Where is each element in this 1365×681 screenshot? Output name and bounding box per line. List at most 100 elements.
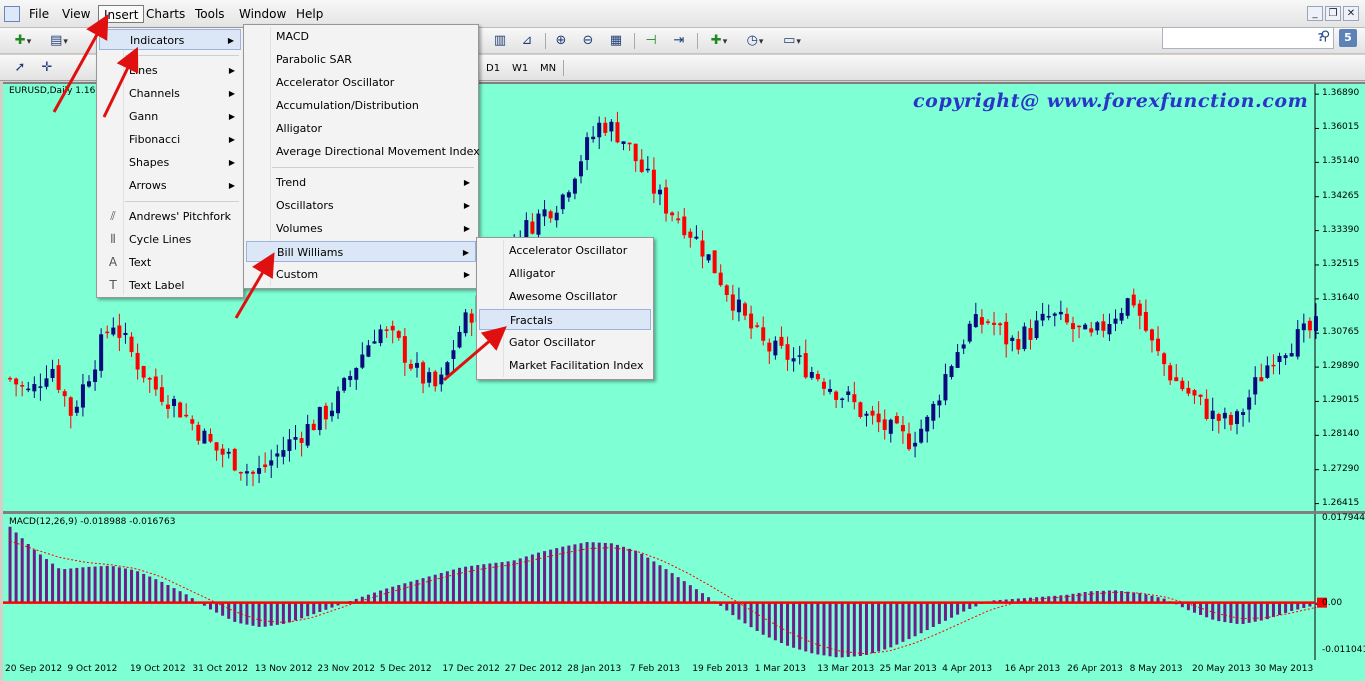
menu-item-channels[interactable]: Channels ▶ <box>99 83 241 104</box>
autoscroll-icon[interactable]: ⇥ <box>669 32 689 50</box>
candle-body <box>621 141 626 144</box>
candle-body <box>421 362 426 384</box>
candle-body <box>1004 321 1009 345</box>
new-chart-icon[interactable]: ✚ <box>8 32 38 50</box>
price-tick-label: 1.35140 <box>1322 156 1360 167</box>
candle-body <box>730 294 735 311</box>
bw-item-accelerator-oscillator[interactable]: Accelerator Oscillator <box>479 240 651 261</box>
bw-item-market-facilitation-index[interactable]: Market Facilitation Index <box>479 355 651 376</box>
menu-insert[interactable]: Insert <box>98 5 145 23</box>
chart-shift-icon[interactable]: ⊣ <box>641 32 661 50</box>
candle-body <box>882 419 887 430</box>
menu-item-label: Cycle Lines <box>129 233 192 246</box>
macd-indicator-panel[interactable]: MACD(12,26,9) -0.018988 -0.016763 0.0179… <box>3 513 1365 660</box>
menu-item-label: Bill Williams <box>277 246 344 259</box>
cursor-icon[interactable]: ➚ <box>10 59 30 77</box>
timeframe-d1[interactable]: D1 <box>482 60 504 77</box>
candle-body <box>366 345 371 357</box>
minimize-icon[interactable]: _ <box>1307 6 1323 21</box>
candle-body <box>870 410 875 416</box>
bw-item-gator-oscillator[interactable]: Gator Oscillator <box>479 332 651 353</box>
menu-item-text[interactable]: Text A <box>99 252 241 273</box>
candle-body <box>172 398 177 406</box>
crosshair-icon[interactable]: ✛ <box>37 59 57 77</box>
menu-item-label: Accumulation/Distribution <box>276 99 419 112</box>
menu-item-shapes[interactable]: Shapes ▶ <box>99 152 241 173</box>
indicator-item-custom[interactable]: Custom ▶ <box>246 264 476 285</box>
candle-body <box>457 331 462 348</box>
period-separators-icon[interactable]: ⊿ <box>517 32 537 50</box>
candle-body <box>572 178 577 194</box>
candle-body <box>815 373 820 380</box>
menu-item-indicators[interactable]: Indicators ▶ <box>99 29 241 50</box>
tile-windows-icon[interactable]: ▦ <box>606 32 626 50</box>
menu-item-label: Text Label <box>129 279 185 292</box>
menu-view[interactable]: View <box>57 5 95 23</box>
candle-body <box>597 122 602 138</box>
zoom-out-icon[interactable]: ⊖ <box>578 32 598 50</box>
line-chart-icon[interactable]: ▥ <box>490 32 510 50</box>
candle-body <box>178 402 183 418</box>
menu-window[interactable]: Window <box>234 5 291 23</box>
candle-body <box>615 122 620 143</box>
bw-item-awesome-oscillator[interactable]: Awesome Oscillator <box>479 286 651 307</box>
candle-body <box>281 450 286 457</box>
indicator-item-alligator[interactable]: Alligator <box>246 118 476 139</box>
menu-charts[interactable]: Charts <box>141 5 190 23</box>
time-tick-label: 1 Mar 2013 <box>754 664 807 674</box>
menu-tools[interactable]: Tools <box>190 5 230 23</box>
bw-item-alligator[interactable]: Alligator <box>479 263 651 284</box>
menu-item-cycle-lines[interactable]: Cycle Lines ⦀ <box>99 229 241 250</box>
help-icon[interactable]: ? <box>1312 29 1330 47</box>
menu-item-arrows[interactable]: Arrows ▶ <box>99 175 241 196</box>
community-icon[interactable]: 5 <box>1339 29 1357 47</box>
profiles-icon[interactable]: ▤ <box>44 32 74 50</box>
candle-body <box>542 209 547 217</box>
candle-body <box>852 394 857 403</box>
indicator-item-parabolic-sar[interactable]: Parabolic SAR <box>246 49 476 70</box>
menu-item-label: Andrews' Pitchfork <box>129 210 232 223</box>
candle-body <box>937 400 942 406</box>
periodicity-icon[interactable]: ◷ <box>740 32 770 50</box>
indicator-item-accumulation-distribution[interactable]: Accumulation/Distribution <box>246 95 476 116</box>
menu-item-label: Custom <box>276 268 319 281</box>
menu-file[interactable]: File <box>24 5 54 23</box>
candle-body <box>1222 412 1227 419</box>
indicator-item-bill-williams[interactable]: Bill Williams ▶ <box>246 241 476 262</box>
menu-item-fibonacci[interactable]: Fibonacci ▶ <box>99 129 241 150</box>
indicator-item-volumes[interactable]: Volumes ▶ <box>246 218 476 239</box>
indicator-item-macd[interactable]: MACD <box>246 26 476 47</box>
candle-body <box>8 377 13 380</box>
candle-body <box>111 327 116 335</box>
indicator-item-oscillators[interactable]: Oscillators ▶ <box>246 195 476 216</box>
macd-chart[interactable] <box>3 514 1365 660</box>
bw-item-fractals[interactable]: Fractals <box>479 309 651 330</box>
indicator-item-trend[interactable]: Trend ▶ <box>246 172 476 193</box>
candle-body <box>1016 339 1021 350</box>
indicators-icon[interactable]: ✚ <box>704 32 734 50</box>
indicator-item-average-directional-movement-index[interactable]: Average Directional Movement Index <box>246 141 480 162</box>
candle-body <box>1241 412 1246 415</box>
time-tick-label: 16 Apr 2013 <box>1004 664 1061 674</box>
close-icon[interactable]: ✕ <box>1343 6 1359 21</box>
menu-item-text-label[interactable]: Text Label T <box>99 275 241 296</box>
templates-icon[interactable]: ▭ <box>777 32 807 50</box>
timeframe-w1[interactable]: W1 <box>508 60 532 77</box>
candle-body <box>651 169 656 194</box>
candle-body <box>943 374 948 401</box>
menu-item-lines[interactable]: Lines ▶ <box>99 60 241 81</box>
menu-item-andrews-pitchfork[interactable]: Andrews' Pitchfork ⫽ <box>99 206 241 227</box>
candle-body <box>1186 387 1191 394</box>
search-input[interactable]: ⚲ <box>1162 27 1334 49</box>
zoom-in-icon[interactable]: ⊕ <box>551 32 571 50</box>
menu-item-gann[interactable]: Gann ▶ <box>99 106 241 127</box>
restore-icon[interactable]: ❐ <box>1325 6 1341 21</box>
time-tick-label: 19 Oct 2012 <box>129 664 186 674</box>
indicator-item-accelerator-oscillator[interactable]: Accelerator Oscillator <box>246 72 476 93</box>
candle-body <box>1301 323 1306 331</box>
timeframe-mn[interactable]: MN <box>536 60 560 77</box>
menu-help[interactable]: Help <box>291 5 328 23</box>
candle-body <box>925 416 930 432</box>
candle-body <box>305 424 310 446</box>
candle-body <box>141 365 146 378</box>
